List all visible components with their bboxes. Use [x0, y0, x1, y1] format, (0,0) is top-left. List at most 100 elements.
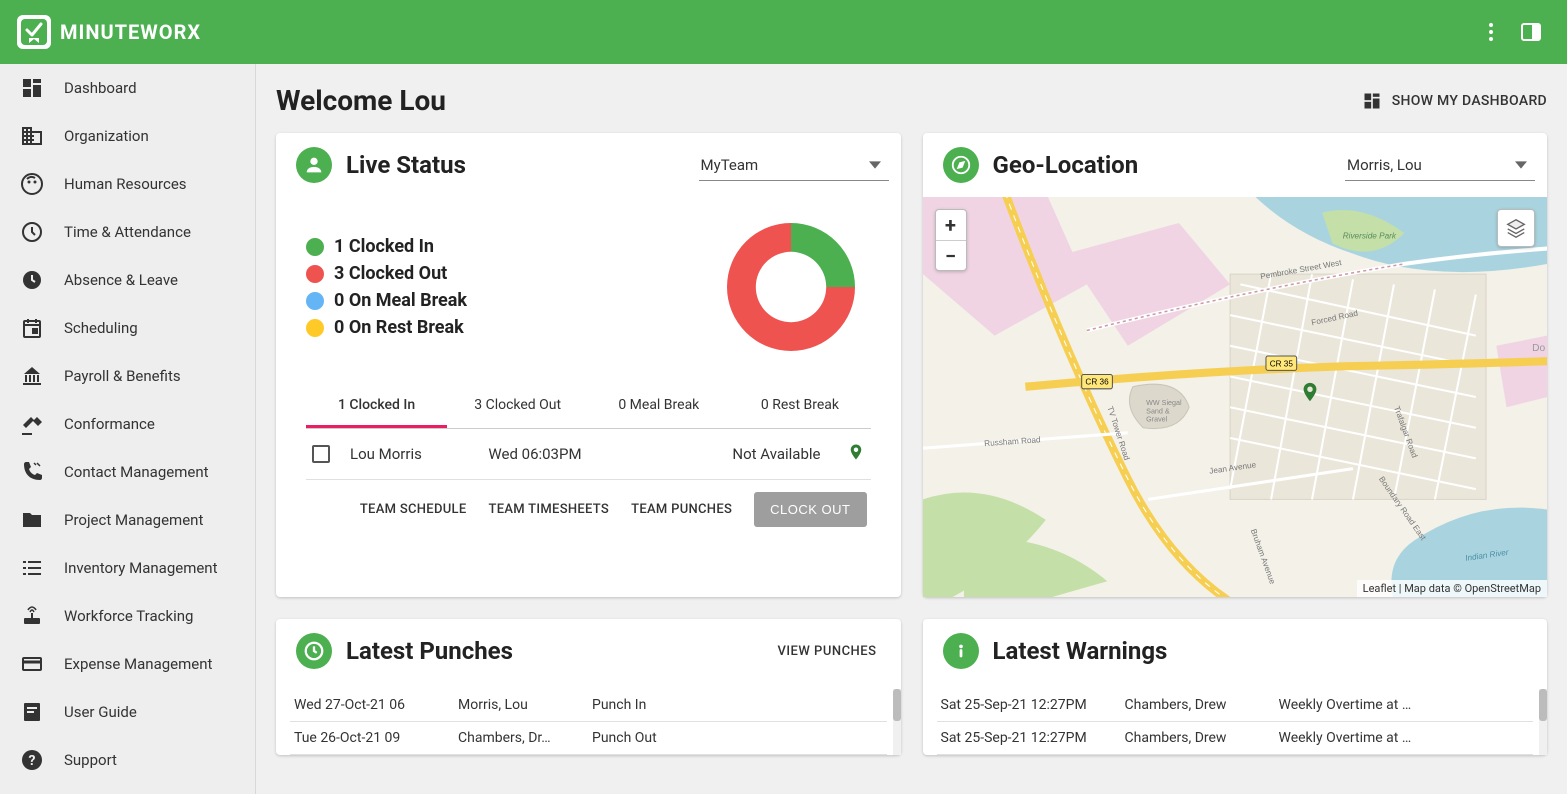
location-pin-icon[interactable] [841, 441, 865, 467]
svg-text:CR 36: CR 36 [1085, 378, 1109, 387]
team-timesheets-link[interactable]: TEAM TIMESHEETS [489, 502, 610, 517]
layers-icon [1505, 217, 1527, 239]
view-punches-link[interactable]: VIEW PUNCHES [773, 636, 880, 667]
sidebar-item-workforce[interactable]: Workforce Tracking [0, 592, 255, 640]
map-canvas: CR 36 CR 35 Riverside Park Pembroke Stre… [923, 197, 1548, 597]
zoom-out-button[interactable]: − [936, 240, 966, 270]
help-icon: ? [20, 748, 44, 772]
folder-icon [20, 508, 44, 532]
sidebar-item-payroll[interactable]: Payroll & Benefits [0, 352, 255, 400]
map[interactable]: CR 36 CR 35 Riverside Park Pembroke Stre… [923, 197, 1548, 597]
sidebar-label: Expense Management [64, 655, 212, 673]
dot-meal-break-icon [306, 292, 324, 310]
sidebar-item-absence[interactable]: Absence & Leave [0, 256, 255, 304]
sidebar-label: Dashboard [64, 79, 137, 97]
face-icon [20, 172, 44, 196]
warnings-list: Sat 25-Sep-21 12:27PM Chambers, Drew Weekl… [923, 683, 1548, 755]
sidebar-label: Scheduling [64, 319, 138, 337]
business-icon [20, 124, 44, 148]
map-zoom-control: + − [935, 209, 967, 271]
sidebar-item-contact[interactable]: Contact Management [0, 448, 255, 496]
scrollbar[interactable] [893, 689, 901, 755]
scrollbar[interactable] [1539, 689, 1547, 755]
cell-warning: Weekly Overtime at … [1279, 697, 1530, 713]
live-status-donut-chart [711, 207, 871, 367]
main-content: Welcome Lou SHOW MY DASHBOARD Live Statu… [256, 64, 1567, 794]
cell-date: Tue 26-Oct-21 09 [294, 730, 444, 746]
team-punches-link[interactable]: TEAM PUNCHES [631, 502, 732, 517]
sidebar-label: Time & Attendance [64, 223, 191, 241]
sidebar-item-support[interactable]: ?Support [0, 736, 255, 784]
cell-date: Sat 25-Sep-21 12:27PM [941, 730, 1111, 746]
sidebar-item-userguide[interactable]: User Guide [0, 688, 255, 736]
show-dashboard-label: SHOW MY DASHBOARD [1392, 93, 1547, 109]
tab-clocked-in[interactable]: 1 Clocked In [306, 385, 447, 428]
card-title: Latest Punches [346, 637, 513, 665]
person-checkbox[interactable] [312, 445, 330, 463]
dot-clocked-out-icon [306, 265, 324, 283]
svg-text:Do Pe: Do Pe [1532, 343, 1547, 354]
live-filter-select[interactable]: MyTeam [699, 150, 889, 181]
sidebar-item-expense[interactable]: Expense Management [0, 640, 255, 688]
team-schedule-link[interactable]: TEAM SCHEDULE [360, 502, 467, 517]
show-my-dashboard-button[interactable]: SHOW MY DASHBOARD [1362, 91, 1547, 111]
sidebar-item-time[interactable]: Time & Attendance [0, 208, 255, 256]
legend-label: 0 On Rest Break [334, 317, 464, 338]
card-title: Geo-Location [993, 151, 1139, 179]
live-tabs: 1 Clocked In 3 Clocked Out 0 Meal Break … [306, 385, 871, 429]
list-row[interactable]: Sat 25-Sep-21 12:27PMChambers, DrewWeekl… [937, 689, 1534, 722]
legend-label: 0 On Meal Break [334, 290, 467, 311]
list-row[interactable]: Sat 25-Sep-21 12:27PMChambers, DrewWeekl… [937, 722, 1534, 755]
map-attribution: Leaflet | Map data © OpenStreetMap [1357, 580, 1547, 597]
person-name: Lou Morris [350, 445, 450, 463]
sidebar-item-scheduling[interactable]: Scheduling [0, 304, 255, 352]
svg-text:?: ? [29, 753, 36, 769]
sidebar-item-inventory[interactable]: Inventory Management [0, 544, 255, 592]
cell-date: Wed 27-Oct-21 06 [294, 697, 444, 713]
sidebar-item-organization[interactable]: Organization [0, 112, 255, 160]
cell-event: Punch In [592, 697, 883, 713]
panel-toggle-button[interactable] [1511, 12, 1551, 52]
punches-list: Wed 27-Oct-21 06Morris, LouPunch In Tue … [276, 683, 901, 755]
geo-filter-select[interactable]: Morris, Lou [1345, 150, 1535, 181]
dashboard-icon [1362, 91, 1382, 111]
svg-text:Riverside Park: Riverside Park [1342, 231, 1396, 240]
person-time: Wed 06:03PM [470, 445, 600, 463]
legend-label: 1 Clocked In [334, 236, 434, 257]
cell-event: Punch Out [592, 730, 883, 746]
sidebar-label: User Guide [64, 703, 137, 721]
zoom-in-button[interactable]: + [936, 210, 966, 240]
tab-rest-break[interactable]: 0 Rest Break [729, 385, 870, 428]
sidebar-label: Workforce Tracking [64, 607, 193, 625]
sidebar-item-conformance[interactable]: Conformance [0, 400, 255, 448]
topbar: MINUTEWORX [0, 0, 1567, 64]
watch-icon [20, 268, 44, 292]
sidebar-item-dashboard[interactable]: Dashboard [0, 64, 255, 112]
tab-meal-break[interactable]: 0 Meal Break [588, 385, 729, 428]
logo-icon [16, 14, 52, 50]
clock-out-button[interactable]: CLOCK OUT [754, 492, 866, 527]
sidebar-label: Conformance [64, 415, 155, 433]
live-legend: 1 Clocked In 3 Clocked Out 0 On Meal Bre… [306, 230, 687, 344]
list-row[interactable]: Wed 27-Oct-21 06Morris, LouPunch In [290, 689, 887, 722]
app-logo[interactable]: MINUTEWORX [16, 14, 201, 50]
sidebar-item-project[interactable]: Project Management [0, 496, 255, 544]
card-latest-punches: Latest Punches VIEW PUNCHES Wed 27-Oct-2… [276, 619, 901, 755]
sidebar-item-hr[interactable]: Human Resources [0, 160, 255, 208]
tab-clocked-out[interactable]: 3 Clocked Out [447, 385, 588, 428]
bank-icon [20, 364, 44, 388]
card-title: Live Status [346, 151, 466, 179]
cell-name: Chambers, Drew [1125, 697, 1265, 713]
more-menu-button[interactable] [1471, 12, 1511, 52]
cell-name: Chambers, Drew [1125, 730, 1265, 746]
book-icon [20, 700, 44, 724]
more-vert-icon [1479, 20, 1503, 44]
person-row: Lou Morris Wed 06:03PM Not Available [306, 429, 871, 480]
phone-icon [20, 460, 44, 484]
map-marker-icon [1299, 378, 1321, 413]
list-row[interactable]: Tue 26-Oct-21 09Chambers, Dr…Punch Out [290, 722, 887, 755]
clock-icon [20, 220, 44, 244]
app-name: MINUTEWORX [60, 20, 201, 44]
map-layers-button[interactable] [1497, 209, 1535, 247]
card-live-status: Live Status MyTeam 1 Clocked In 3 Clocke… [276, 133, 901, 597]
